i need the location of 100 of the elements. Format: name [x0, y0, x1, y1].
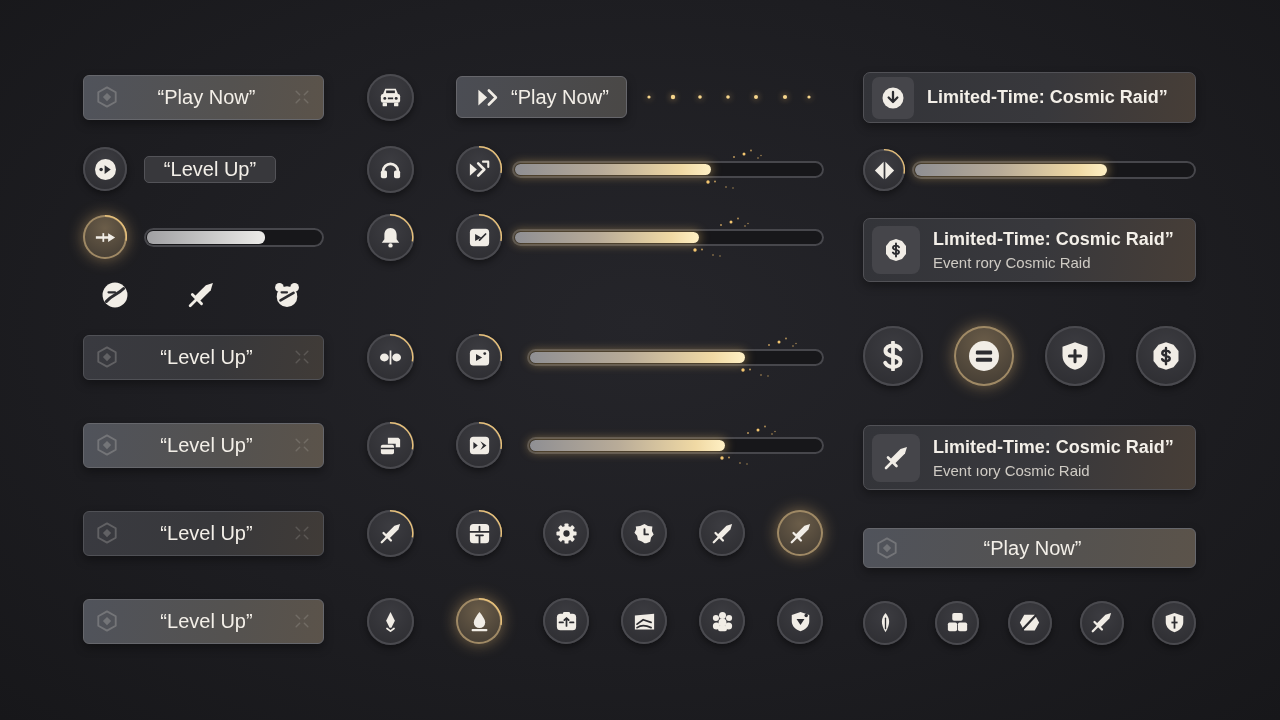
sword-icon	[711, 522, 733, 544]
event-title: Limited-Time: Cosmic Raid”	[933, 229, 1174, 250]
progress-arc-icon	[479, 598, 502, 626]
shield-bar-icon	[1163, 612, 1185, 633]
sword-icon	[188, 282, 214, 308]
action-button[interactable]: “Level Up”	[83, 334, 324, 380]
double-chevron-icon	[468, 158, 490, 180]
layout-icon	[468, 522, 490, 544]
hexagon-diamond-icon	[96, 610, 118, 632]
icon-button[interactable]	[863, 326, 923, 386]
progress-arc-icon	[479, 334, 502, 362]
bell-icon	[379, 226, 401, 248]
sparkles-icon	[719, 215, 750, 228]
event-title: Limited-Time: Cosmic Raid”	[927, 87, 1168, 108]
play-square-icon	[468, 434, 490, 456]
play-tile-icon	[468, 226, 490, 248]
action-button[interactable]: “Play Now”	[863, 528, 1196, 568]
cross-arrows-icon	[295, 90, 309, 104]
sparkles-icon	[705, 178, 736, 190]
sparkles-icon	[766, 335, 797, 348]
sparkles-icon	[731, 147, 762, 160]
sword-icon	[1091, 612, 1113, 633]
cross-arrows-icon	[295, 614, 309, 628]
progress-arc-icon	[390, 213, 414, 242]
sword-icon	[789, 522, 811, 544]
event-subtitle: Event ıory Cosmic Raid	[933, 461, 1091, 479]
dollar-badge-icon	[872, 226, 920, 274]
left-right-arrows-icon	[873, 159, 895, 181]
progress-arc-icon	[390, 421, 414, 450]
hexagon-diamond-icon	[96, 86, 118, 108]
progress-arc-icon	[105, 215, 127, 242]
diamond-slash-icon	[1019, 612, 1040, 633]
event-title: Limited-Time: Cosmic Raid”	[933, 436, 1174, 458]
icon-button[interactable]	[699, 510, 745, 556]
icon-button[interactable]	[366, 213, 414, 261]
action-button[interactable]: “Play Now”	[83, 74, 324, 120]
icon-button[interactable]	[83, 215, 127, 259]
event-subtitle: Event rory Cosmic Raid	[933, 254, 1092, 271]
icon-button[interactable]	[621, 598, 667, 644]
progress-arc-icon	[479, 146, 502, 174]
cross-arrows-icon	[295, 526, 309, 540]
flower-icon	[711, 610, 733, 632]
action-button[interactable]: “Level Up”	[83, 598, 324, 644]
cross-arrows-icon	[295, 438, 309, 452]
action-button[interactable]: “Level Up”	[83, 510, 324, 556]
clipboard-icon	[555, 610, 577, 632]
icon-button[interactable]	[456, 214, 502, 260]
progress-arc-icon	[390, 333, 414, 362]
sparkles-icon	[693, 246, 724, 258]
play-dot-icon	[94, 158, 116, 180]
icon-button[interactable]	[456, 146, 502, 192]
dollar-badge-icon	[1151, 341, 1181, 371]
download-icon	[872, 76, 914, 119]
compact-button[interactable]: “Level Up”	[144, 155, 276, 183]
bear-head-icon	[274, 282, 300, 308]
icon-button[interactable]	[863, 600, 907, 645]
icon-button[interactable]	[366, 145, 414, 193]
sparkles-icon	[720, 454, 750, 466]
icon-button[interactable]	[1045, 326, 1105, 386]
icon-button[interactable]	[543, 598, 589, 644]
hexagon-diamond-icon	[96, 522, 118, 544]
sword-icon	[872, 433, 920, 482]
progress-arc-icon	[479, 510, 502, 538]
sparkles-icon	[746, 423, 776, 436]
icon-button[interactable]	[366, 421, 414, 469]
hexagon-diamond-icon	[96, 346, 118, 368]
blocks-icon	[946, 612, 968, 633]
icon-button[interactable]	[954, 326, 1014, 386]
icon-button[interactable]	[1136, 326, 1196, 386]
icon-button[interactable]	[83, 147, 127, 191]
icon-button[interactable]	[777, 510, 823, 556]
icon-button[interactable]	[456, 598, 502, 644]
icon-button[interactable]	[456, 334, 502, 380]
icon-button[interactable]	[456, 510, 502, 556]
icon-button[interactable]	[863, 149, 905, 191]
hexagon-diamond-icon	[876, 537, 898, 559]
progress-arc-icon	[390, 509, 414, 538]
progress-arc-icon	[479, 214, 502, 242]
icon-button[interactable]	[1152, 600, 1196, 645]
progress-arc-icon	[479, 422, 502, 450]
action-button[interactable]: “Level Up”	[83, 422, 324, 468]
icon-button[interactable]	[699, 598, 745, 644]
shield-plus-icon	[1060, 341, 1090, 371]
car-front-icon	[379, 86, 401, 108]
cross-arrows-icon	[295, 350, 309, 364]
equals-icon	[969, 341, 999, 371]
shield-icon	[789, 610, 811, 632]
icon-button[interactable]	[543, 510, 589, 556]
progress-arc-icon	[884, 149, 905, 175]
play-button[interactable]: “Play Now”	[456, 76, 627, 118]
sword-icon	[379, 522, 401, 544]
icon-button[interactable]	[366, 73, 414, 121]
slashed-circle-icon	[102, 282, 128, 308]
icon-button[interactable]	[777, 598, 823, 644]
shield-clock-icon	[633, 522, 655, 544]
icon-button[interactable]	[621, 510, 667, 556]
fast-forward-icon	[477, 86, 499, 108]
settings-icon	[555, 522, 577, 544]
sparkles-icon	[740, 366, 771, 378]
icon-button[interactable]	[456, 422, 502, 468]
